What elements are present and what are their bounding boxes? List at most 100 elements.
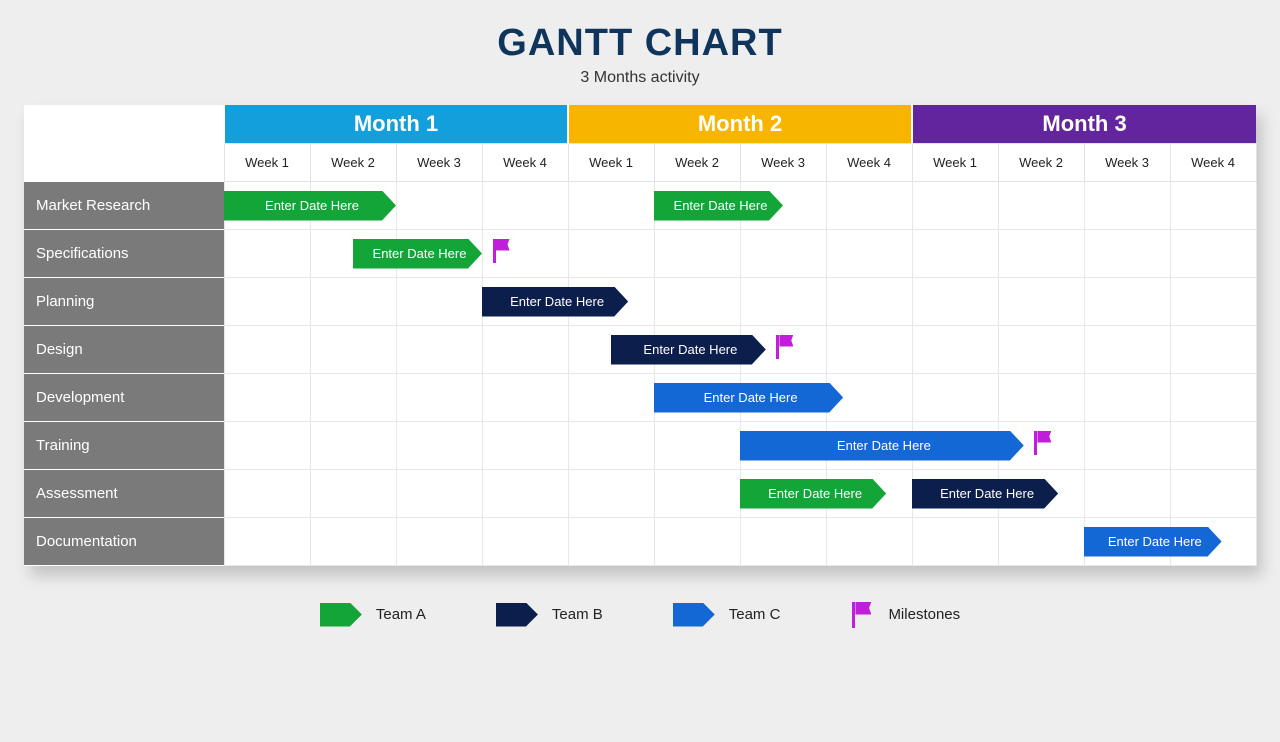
grid-cell bbox=[1170, 469, 1256, 517]
gantt-bar[interactable]: Enter Date Here bbox=[1084, 527, 1222, 557]
grid-cell bbox=[1084, 229, 1170, 277]
legend-label: Team B bbox=[552, 606, 603, 623]
task-label: Planning bbox=[24, 277, 224, 325]
week-header: Week 1 bbox=[912, 143, 998, 181]
grid-cell bbox=[224, 229, 310, 277]
legend-label: Team A bbox=[376, 606, 426, 623]
task-label: Assessment bbox=[24, 469, 224, 517]
gantt-bar[interactable]: Enter Date Here bbox=[912, 479, 1058, 509]
grid-cell bbox=[396, 325, 482, 373]
grid-cell bbox=[1084, 469, 1170, 517]
grid-cell bbox=[482, 517, 568, 565]
gantt-bar[interactable]: Enter Date Here bbox=[740, 479, 886, 509]
task-label: Design bbox=[24, 325, 224, 373]
task-row: Planning bbox=[24, 277, 1256, 325]
grid-cell bbox=[1170, 277, 1256, 325]
grid-cell bbox=[396, 469, 482, 517]
week-header: Week 2 bbox=[654, 143, 740, 181]
gantt-bar[interactable]: Enter Date Here bbox=[654, 191, 783, 221]
week-header: Week 2 bbox=[998, 143, 1084, 181]
team-a-swatch-icon bbox=[320, 603, 362, 627]
grid-cell bbox=[568, 469, 654, 517]
team-b-swatch-icon bbox=[496, 603, 538, 627]
grid-cell bbox=[310, 325, 396, 373]
month-header-row: Month 1 Month 2 Month 3 bbox=[24, 105, 1256, 143]
task-row: Assessment bbox=[24, 469, 1256, 517]
grid-cell bbox=[396, 373, 482, 421]
task-label: Specifications bbox=[24, 229, 224, 277]
gantt-bar[interactable]: Enter Date Here bbox=[740, 431, 1024, 461]
grid-cell bbox=[568, 373, 654, 421]
grid-cell bbox=[310, 469, 396, 517]
gantt-bar[interactable]: Enter Date Here bbox=[611, 335, 766, 365]
week-header-row: Week 1 Week 2 Week 3 Week 4 Week 1 Week … bbox=[24, 143, 1256, 181]
task-label: Market Research bbox=[24, 181, 224, 229]
legend-label: Team C bbox=[729, 606, 781, 623]
grid-cell bbox=[740, 277, 826, 325]
legend-item-team-c: Team C bbox=[673, 603, 781, 627]
week-header: Week 2 bbox=[310, 143, 396, 181]
grid-cell bbox=[224, 469, 310, 517]
task-row: Training bbox=[24, 421, 1256, 469]
month-header-2: Month 2 bbox=[568, 105, 912, 143]
milestone-flag-icon bbox=[1032, 429, 1052, 455]
legend-item-team-b: Team B bbox=[496, 603, 603, 627]
grid-cell bbox=[1084, 373, 1170, 421]
grid-cell bbox=[654, 421, 740, 469]
grid-cell bbox=[310, 277, 396, 325]
task-row: Market Research bbox=[24, 181, 1256, 229]
grid-cell bbox=[482, 469, 568, 517]
grid-cell bbox=[310, 517, 396, 565]
task-label: Development bbox=[24, 373, 224, 421]
grid-cell bbox=[224, 517, 310, 565]
grid-cell bbox=[912, 181, 998, 229]
grid-cell bbox=[740, 517, 826, 565]
legend-label: Milestones bbox=[888, 606, 960, 623]
gantt-bar[interactable]: Enter Date Here bbox=[654, 383, 843, 413]
grid-cell bbox=[396, 277, 482, 325]
grid-cell bbox=[998, 373, 1084, 421]
page-title: GANTT CHART bbox=[0, 22, 1280, 65]
grid-cell bbox=[482, 325, 568, 373]
team-c-swatch-icon bbox=[673, 603, 715, 627]
week-header: Week 1 bbox=[224, 143, 310, 181]
grid-cell bbox=[396, 517, 482, 565]
grid-cell bbox=[912, 229, 998, 277]
grid-cell bbox=[568, 181, 654, 229]
grid-cell bbox=[912, 517, 998, 565]
grid-cell bbox=[912, 373, 998, 421]
grid-cell bbox=[482, 181, 568, 229]
grid-cell bbox=[310, 373, 396, 421]
grid-cell bbox=[224, 421, 310, 469]
task-row: Documentation bbox=[24, 517, 1256, 565]
grid-cell bbox=[998, 277, 1084, 325]
grid-cell bbox=[654, 277, 740, 325]
page-subtitle: 3 Months activity bbox=[0, 69, 1280, 87]
grid-cell bbox=[826, 181, 912, 229]
grid-cell bbox=[654, 517, 740, 565]
legend: Team A Team B Team C Milestones bbox=[0, 602, 1280, 628]
week-header: Week 1 bbox=[568, 143, 654, 181]
grid-cell bbox=[1084, 325, 1170, 373]
grid-cell bbox=[740, 229, 826, 277]
grid-cell bbox=[998, 229, 1084, 277]
grid-cell bbox=[912, 325, 998, 373]
grid-cell bbox=[1170, 421, 1256, 469]
week-corner bbox=[24, 143, 224, 181]
grid-cell bbox=[1170, 325, 1256, 373]
week-header: Week 4 bbox=[826, 143, 912, 181]
grid-cell bbox=[482, 421, 568, 469]
grid-cell bbox=[1084, 181, 1170, 229]
grid-cell bbox=[998, 517, 1084, 565]
gantt-bar[interactable]: Enter Date Here bbox=[353, 239, 482, 269]
grid-cell bbox=[826, 517, 912, 565]
gantt-bar[interactable]: Enter Date Here bbox=[482, 287, 628, 317]
task-label: Documentation bbox=[24, 517, 224, 565]
gantt-bar[interactable]: Enter Date Here bbox=[224, 191, 396, 221]
grid-cell bbox=[396, 181, 482, 229]
month-header-3: Month 3 bbox=[912, 105, 1256, 143]
grid-cell bbox=[224, 325, 310, 373]
grid-cell bbox=[568, 517, 654, 565]
gantt-chart: Month 1 Month 2 Month 3 Week 1 Week 2 We… bbox=[24, 105, 1256, 566]
grid-cell bbox=[568, 229, 654, 277]
